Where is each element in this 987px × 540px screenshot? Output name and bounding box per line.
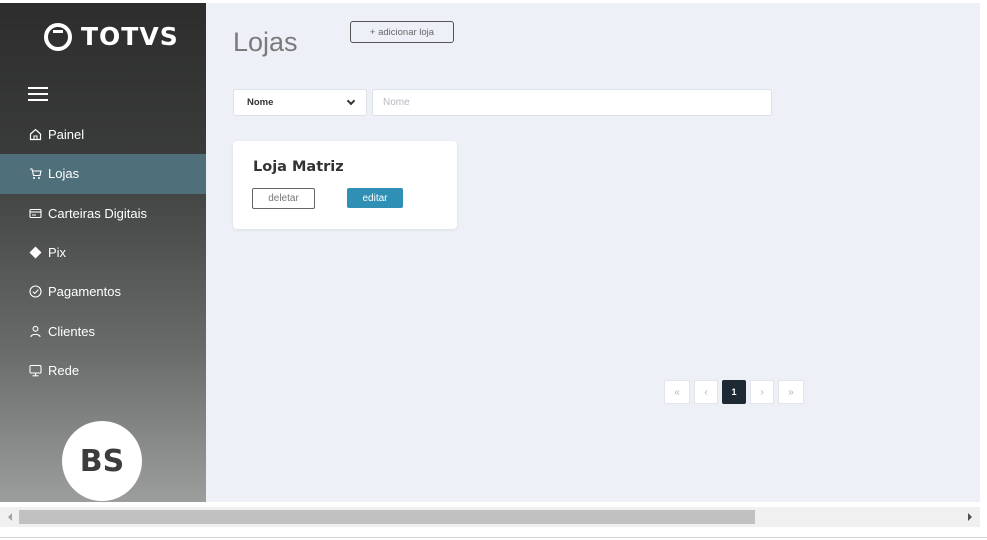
first-page-button[interactable]: « [664, 380, 690, 404]
sidebar-item-lojas[interactable]: Lojas [0, 154, 206, 194]
sidebar-item-label: Pix [48, 245, 67, 261]
totvs-logo-icon [44, 22, 72, 51]
sidebar-item-label: Lojas [48, 166, 80, 182]
pix-icon [28, 246, 42, 260]
page-title: Lojas [233, 27, 298, 57]
brand-name: TOTVS [81, 22, 179, 51]
search-input[interactable] [372, 89, 772, 116]
menu-toggle-icon[interactable] [28, 87, 48, 101]
prev-page-button[interactable]: ‹ [694, 380, 718, 404]
sidebar-item-label: Pagamentos [48, 284, 121, 300]
add-store-button[interactable]: + adicionar loja [350, 21, 454, 43]
delete-button[interactable]: deletar [252, 188, 315, 209]
sidebar-item-label: Rede [48, 362, 80, 378]
horizontal-scrollbar[interactable] [0, 507, 980, 527]
sidebar-item-label: Clientes [48, 323, 95, 339]
sidebar-item-clientes[interactable]: Clientes [0, 311, 206, 350]
sidebar: TOTVS Painel Lojas Carteiras Digitais Pi… [0, 3, 206, 502]
check-circle-icon [28, 285, 42, 299]
scroll-left-icon[interactable] [2, 507, 18, 527]
main-content: Lojas + adicionar loja Nome Loja Matriz … [206, 3, 980, 502]
filter-field-select[interactable]: Nome [233, 89, 367, 116]
sidebar-item-pix[interactable]: Pix [0, 233, 206, 272]
app-window: TOTVS Painel Lojas Carteiras Digitais Pi… [0, 3, 980, 502]
next-page-button[interactable]: › [750, 380, 774, 404]
user-icon [28, 324, 42, 338]
store-card: Loja Matriz deletar editar [233, 141, 457, 229]
sidebar-item-label: Painel [48, 127, 85, 143]
wallet-icon [28, 206, 42, 220]
avatar[interactable]: BS [62, 421, 142, 501]
scrollbar-thumb[interactable] [19, 510, 755, 524]
current-page-button[interactable]: 1 [722, 380, 746, 404]
sidebar-item-rede[interactable]: Rede [0, 351, 206, 390]
sidebar-item-carteiras-digitais[interactable]: Carteiras Digitais [0, 194, 206, 233]
divider [0, 537, 987, 538]
home-icon [28, 128, 42, 142]
sidebar-item-painel[interactable]: Painel [0, 115, 206, 154]
last-page-button[interactable]: » [778, 380, 804, 404]
scroll-right-icon[interactable] [962, 507, 978, 527]
store-name: Loja Matriz [253, 159, 344, 175]
sidebar-item-label: Carteiras Digitais [48, 205, 147, 221]
sidebar-item-pagamentos[interactable]: Pagamentos [0, 272, 206, 311]
brand-logo: TOTVS [44, 22, 179, 51]
pagination: « ‹ 1 › » [664, 380, 804, 404]
monitor-icon [28, 363, 42, 377]
filter-select-value: Nome [247, 97, 274, 108]
sidebar-nav: Painel Lojas Carteiras Digitais Pix Paga… [0, 115, 206, 390]
chevron-down-icon [346, 96, 356, 106]
cart-icon [28, 167, 42, 181]
edit-button[interactable]: editar [347, 188, 403, 208]
